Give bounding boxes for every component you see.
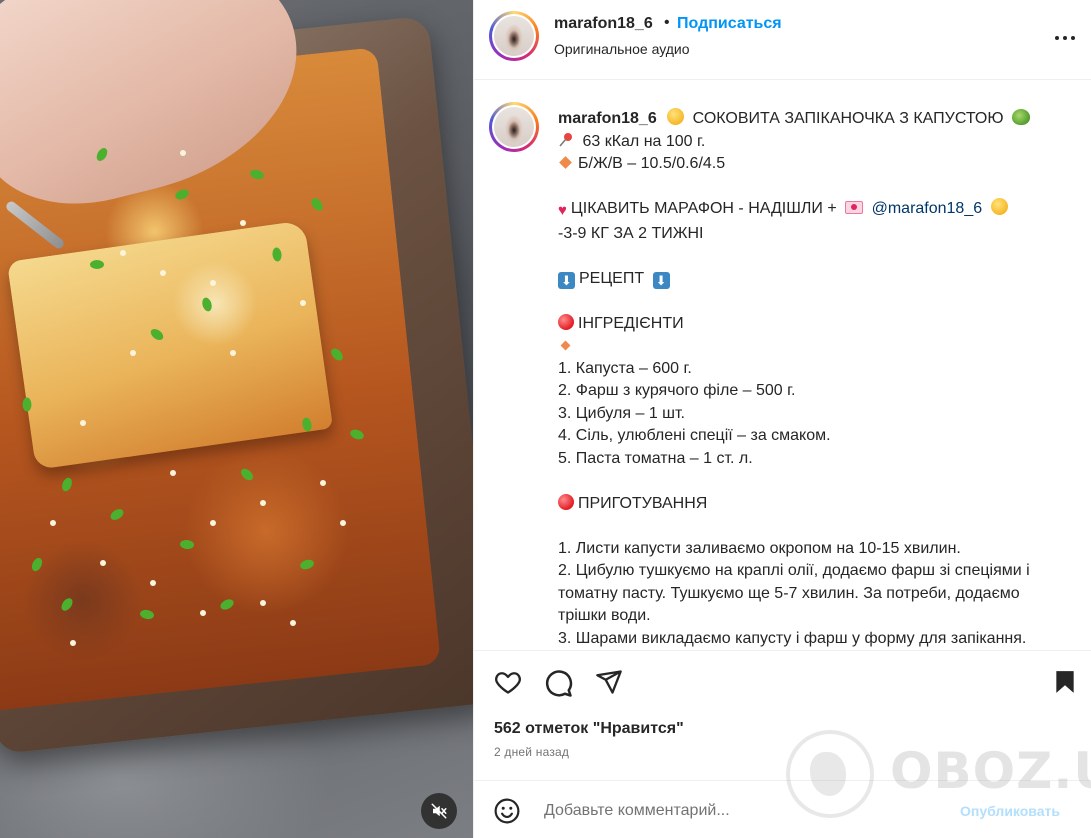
post-media-video[interactable] <box>0 0 473 838</box>
cheese-crumb <box>160 270 166 276</box>
cheese-crumb <box>100 560 106 566</box>
cheese-crumb <box>150 580 156 586</box>
ingredient-item: 4. Сіль, улюблені спеції – за смаком. <box>558 427 831 444</box>
red-circle-icon <box>558 313 574 330</box>
separator-dot: • <box>664 14 670 31</box>
hugging-face-icon <box>990 198 1008 215</box>
cheese-crumb <box>70 640 76 646</box>
step-item: 2. Цибулю тушкуємо на краплі олії, додає… <box>558 562 1030 624</box>
cheese-crumb <box>210 280 216 286</box>
green-onion-piece <box>22 397 32 412</box>
caption-text: marafon18_6 СОКОВИТА ЗАПІКАНОЧКА З КАПУС… <box>558 108 1058 650</box>
comment-input[interactable] <box>544 800 944 822</box>
ingredient-item: 2. Фарш з курячого філе – 500 г. <box>558 382 796 399</box>
caption-ingredients-heading: ІНГРЕДІЄНТИ <box>578 314 684 332</box>
caption-scroll-area[interactable]: marafon18_6 СОКОВИТА ЗАПІКАНОЧКА З КАПУС… <box>474 80 1091 650</box>
red-circle-icon <box>558 493 574 510</box>
step-item: 1. Листи капусти заливаємо окропом на 10… <box>558 539 961 557</box>
caption-username[interactable]: marafon18_6 <box>558 110 657 127</box>
caption-result: -3-9 КГ ЗА 2 ТИЖНІ <box>558 224 704 242</box>
caption-marathon-text: ЦІКАВИТЬ МАРАФОН - НАДІШЛИ + <box>570 200 837 217</box>
ingredient-item: 1. Капуста – 600 г. <box>558 359 692 377</box>
post-details-panel: marafon18_6 • Подписаться Оригинальное а… <box>473 0 1091 838</box>
cheese-crumb <box>170 470 176 476</box>
follow-button[interactable]: Подписаться <box>677 15 782 33</box>
smiley-icon[interactable] <box>494 798 520 824</box>
cabbage-icon <box>1011 109 1030 125</box>
mute-button[interactable] <box>421 793 457 829</box>
small-orange-diamond-icon <box>560 340 571 351</box>
orange-diamond-icon <box>559 156 572 169</box>
green-onion-piece <box>90 260 104 269</box>
ingredient-item: 3. Цибуля – 1 шт. <box>558 404 685 422</box>
cheese-crumb <box>180 150 186 156</box>
cheese-crumb <box>240 220 246 226</box>
pushpin-icon <box>559 132 572 147</box>
cheese-crumb <box>260 600 266 606</box>
cheese-crumb <box>290 620 296 626</box>
grinning-face-icon <box>667 108 685 125</box>
more-dots-icon <box>1055 36 1059 40</box>
cheese-crumb <box>120 250 126 256</box>
down-arrow-icon: ⬇ <box>558 271 575 289</box>
paper-plane-icon[interactable] <box>594 668 624 696</box>
cheese-crumb <box>340 520 346 526</box>
avatar[interactable] <box>489 11 539 61</box>
cheese-crumb <box>260 500 266 506</box>
post-timestamp[interactable]: 2 дней назад <box>494 745 569 759</box>
cheese-crumb <box>320 480 326 486</box>
down-arrow-icon: ⬇ <box>652 271 670 289</box>
cheese-crumb <box>200 610 206 616</box>
author-username[interactable]: marafon18_6 <box>554 15 653 33</box>
ingredient-item: 5. Паста томатна – 1 ст. л. <box>558 449 753 467</box>
cheese-crumb <box>300 300 306 306</box>
cheese-crumb <box>230 350 236 356</box>
post-actions: 562 отметок "Нравится" 2 дней назад <box>474 650 1091 780</box>
likes-count[interactable]: 562 отметок "Нравится" <box>494 720 684 738</box>
comment-bubble-icon[interactable] <box>543 668 573 698</box>
post-header: marafon18_6 • Подписаться Оригинальное а… <box>474 0 1091 80</box>
cheese-crumb <box>210 520 216 526</box>
caption-avatar[interactable] <box>489 102 539 152</box>
casserole-slice <box>6 220 334 470</box>
speaker-muted-icon <box>431 803 447 819</box>
caption-title: СОКОВИТА ЗАПІКАНОЧКА З КАПУСТОЮ <box>692 110 1004 127</box>
love-letter-icon <box>845 201 864 214</box>
cheese-crumb <box>130 350 136 356</box>
heart-icon[interactable] <box>493 668 523 696</box>
comment-bar: Опубликовать <box>474 780 1091 838</box>
step-item: 3. Шарами викладаємо капусту і фарш у фо… <box>558 629 1027 647</box>
caption-calories: 63 кКал на 100 г. <box>582 132 706 150</box>
more-options-button[interactable] <box>1052 25 1078 51</box>
avatar-image <box>494 16 534 56</box>
caption-recipe-heading: РЕЦЕПТ <box>579 269 645 287</box>
caption-mention-link[interactable]: @marafon18_6 <box>872 200 983 217</box>
audio-label[interactable]: Оригинальное аудио <box>554 41 690 57</box>
cheese-crumb <box>50 520 56 526</box>
bookmark-icon[interactable] <box>1052 668 1078 696</box>
caption-macros: Б/Ж/В – 10.5/0.6/4.5 <box>578 155 726 172</box>
heart-emoji-icon: ♥ <box>558 202 567 219</box>
cheese-crumb <box>80 420 86 426</box>
caption-preparation-heading: ПРИГОТУВАННЯ <box>578 494 708 512</box>
publish-comment-button[interactable]: Опубликовать <box>960 803 1060 819</box>
